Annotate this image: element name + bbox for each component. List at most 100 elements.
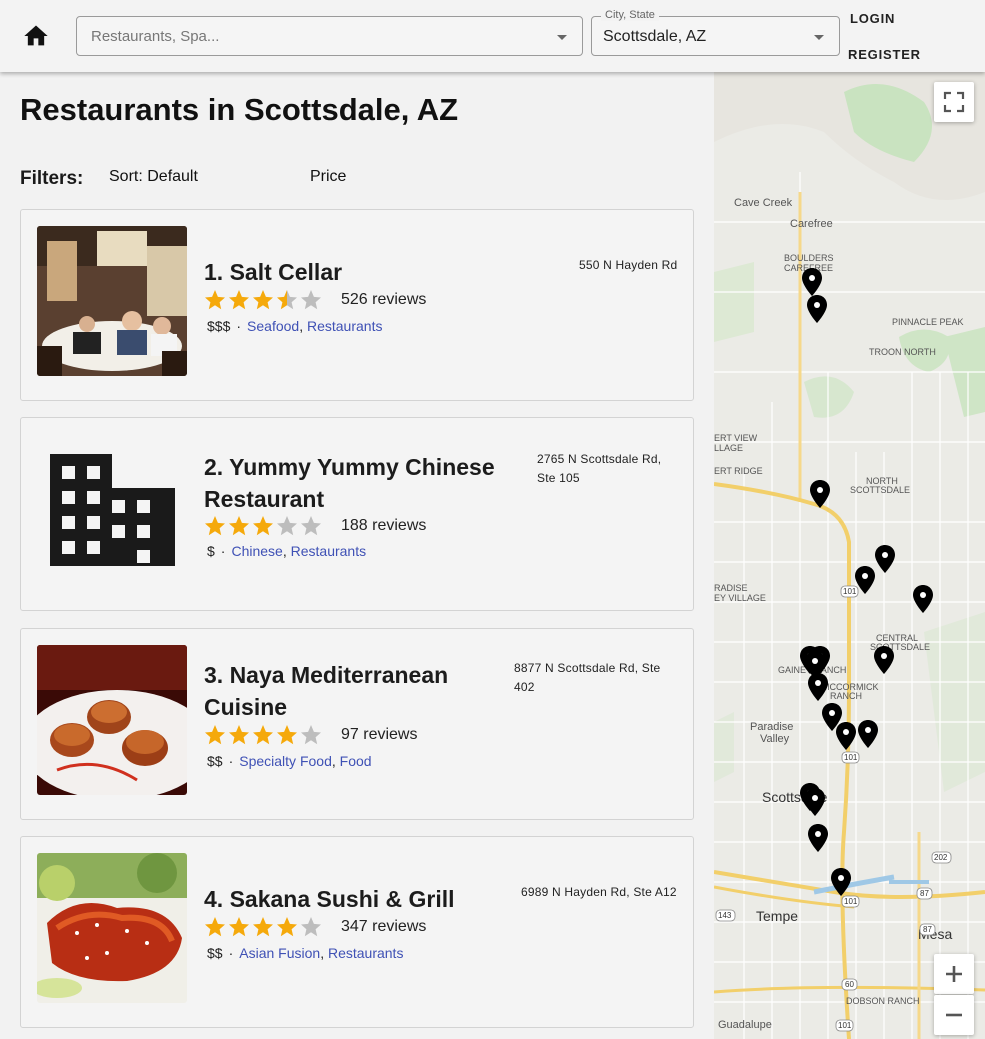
zoom-in-button[interactable] [934, 954, 974, 994]
price-level: $$ [207, 945, 223, 961]
review-count: 347 reviews [341, 918, 427, 935]
map-place-label: Valley [760, 733, 790, 745]
star-icon [277, 917, 297, 937]
restaurant-name[interactable]: 3. Naya Mediterranean Cuisine [204, 659, 504, 723]
building-icon [37, 436, 187, 586]
category-link[interactable]: Restaurants [291, 543, 366, 559]
map-place-label: RADISE [714, 583, 748, 593]
restaurant-address: 550 N Hayden Rd [579, 256, 677, 275]
star-icon [229, 516, 249, 536]
star-icon [301, 290, 321, 310]
star-icon [277, 516, 297, 536]
map-place-label: SCOTTSDALE [850, 485, 910, 495]
map-place-label: LLAGE [714, 443, 743, 453]
category-link[interactable]: Chinese [231, 543, 282, 559]
search-input[interactable] [89, 25, 539, 47]
city-state-select[interactable]: City, State Scottsdale, AZ [591, 9, 840, 56]
restaurant-name[interactable]: 4. Sakana Sushi & Grill [204, 883, 455, 915]
map-place-label: DOBSON RANCH [846, 996, 920, 1006]
star-icon [205, 516, 225, 536]
map-place-label: Guadalupe [718, 1019, 772, 1031]
star-icon [277, 725, 297, 745]
home-icon [24, 25, 48, 46]
star-icon [229, 917, 249, 937]
highway-label: 143 [718, 911, 732, 920]
category-link[interactable]: Restaurants [328, 945, 403, 961]
scallops-dish-photo [37, 645, 187, 795]
star-icon [277, 290, 297, 310]
star-icon [205, 725, 225, 745]
star-icon [229, 290, 249, 310]
star-icon [301, 516, 321, 536]
star-icon [205, 917, 225, 937]
map-place-label: PINNACLE PEAK [892, 317, 964, 327]
price-level: $$ [207, 753, 223, 769]
fullscreen-button[interactable] [934, 82, 974, 122]
map-place-label: Carefree [790, 218, 833, 230]
city-state-value: Scottsdale, AZ [603, 28, 707, 45]
address-line: 6989 N Hayden Rd, Ste A12 [521, 885, 677, 899]
city-state-label: City, State [601, 9, 659, 21]
category-link[interactable]: Specialty Food [239, 753, 332, 769]
review-count: 188 reviews [341, 517, 427, 534]
home-button[interactable] [22, 22, 50, 50]
result-card[interactable]: 2. Yummy Yummy Chinese Restaurant 188 re… [20, 417, 694, 611]
result-card[interactable]: 3. Naya Mediterranean Cuisine 97 reviews… [20, 628, 694, 820]
sort-filter-button[interactable]: Sort: Default [109, 168, 198, 186]
login-button[interactable]: LOGIN [850, 11, 895, 26]
price-filter-button[interactable]: Price [310, 168, 346, 186]
category-link[interactable]: Seafood [247, 318, 299, 334]
map-place-label: Tempe [756, 908, 798, 924]
star-rating [203, 723, 323, 747]
plus-icon [946, 966, 962, 982]
map-canvas[interactable]: Cave Creek Carefree BOULDERS CAREFREE PI… [714, 72, 985, 1039]
star-icon [253, 290, 273, 310]
restaurant-name[interactable]: 2. Yummy Yummy Chinese Restaurant [204, 451, 524, 515]
address-line: Ste 105 [537, 471, 580, 485]
address-line: 402 [514, 680, 535, 694]
zoom-out-button[interactable] [934, 995, 974, 1035]
results-panel: Restaurants in Scottsdale, AZ Filters: S… [0, 72, 714, 1039]
result-card[interactable]: 4. Sakana Sushi & Grill 347 reviews $$ · A… [20, 836, 694, 1028]
category-link[interactable]: Asian Fusion [239, 945, 320, 961]
map-panel[interactable]: Cave Creek Carefree BOULDERS CAREFREE PI… [714, 72, 985, 1039]
category-link[interactable]: Food [340, 753, 372, 769]
highway-label: 60 [845, 980, 854, 989]
highway-label: 202 [934, 853, 948, 862]
star-icon [253, 725, 273, 745]
map-place-label: ERT RIDGE [714, 466, 763, 476]
price-level: $$$ [207, 318, 231, 334]
highway-label: 87 [923, 925, 932, 934]
map-place-label: Cave Creek [734, 197, 793, 209]
restaurant-address: 8877 N Scottsdale Rd, Ste 402 [514, 659, 660, 697]
highway-label: 101 [844, 753, 858, 762]
separator-dot: · [236, 318, 242, 334]
map-marker[interactable] [807, 295, 827, 323]
restaurant-address: 6989 N Hayden Rd, Ste A12 [521, 883, 677, 902]
separator-dot: · [220, 543, 226, 559]
star-rating [203, 514, 323, 538]
address-line: 2765 N Scottsdale Rd, [537, 452, 662, 466]
register-button[interactable]: REGISTER [848, 47, 921, 62]
highway-label: 87 [920, 889, 929, 898]
category-link[interactable]: Restaurants [307, 318, 382, 334]
star-icon [301, 917, 321, 937]
minus-icon [946, 1013, 962, 1017]
restaurant-photo [37, 226, 187, 376]
review-count: 526 reviews [341, 291, 427, 308]
search-field[interactable] [76, 16, 583, 56]
map-place-label: Paradise [750, 721, 793, 733]
result-card[interactable]: 1. Salt Cellar 526 reviews $$$ · Seafood, … [20, 209, 694, 401]
restaurant-name[interactable]: 1. Salt Cellar [204, 256, 342, 288]
star-icon [253, 516, 273, 536]
search-dropdown-icon[interactable] [557, 35, 567, 40]
price-category-line: $ · Chinese, Restaurants [207, 543, 367, 559]
map-place-label: RANCH [830, 691, 862, 701]
city-dropdown-icon[interactable] [814, 35, 824, 40]
star-icon [205, 290, 225, 310]
map-place-label: ERT VIEW [714, 433, 758, 443]
highway-label: 101 [843, 587, 857, 596]
price-level: $ [207, 543, 215, 559]
highway-label: 101 [838, 1021, 852, 1030]
map-place-label: EY VILLAGE [714, 593, 766, 603]
